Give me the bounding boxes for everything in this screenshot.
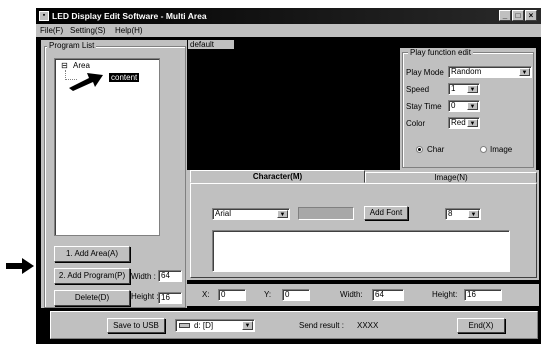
left-panel: Program List ⊟ Area content 1. Add Area(… — [41, 40, 187, 308]
program-list-title: Program List — [47, 41, 97, 50]
stay-time-value: 0 — [451, 101, 456, 110]
coords-bar: X: 0 Y: 0 Width: 64 Height: 16 — [186, 284, 539, 306]
font-select[interactable]: Arial ▼ — [212, 208, 290, 220]
play-mode-select[interactable]: Random ▼ — [448, 66, 532, 78]
x-field[interactable]: 0 — [218, 289, 246, 301]
text-content-area[interactable] — [212, 230, 510, 272]
play-mode-value: Random — [451, 67, 482, 76]
color-label: Color — [406, 119, 426, 128]
chevron-down-icon[interactable]: ▼ — [467, 85, 478, 93]
menu-setting[interactable]: Setting(S) — [70, 26, 106, 35]
font-size-value: 8 — [448, 209, 453, 218]
tree-item-area[interactable]: Area — [73, 61, 90, 70]
height-field[interactable]: 16 — [464, 289, 502, 301]
tab-image[interactable]: Image(N) — [365, 172, 537, 183]
editor-panel: Character(M) Image(N) Arial ▼ Add Font 8… — [186, 170, 539, 280]
stay-time-label: Stay Time — [406, 102, 442, 111]
radio-image-label: Image — [490, 145, 513, 154]
y-field[interactable]: 0 — [282, 289, 310, 301]
radio-dot — [418, 148, 421, 151]
end-button[interactable]: End(X) — [457, 318, 505, 333]
send-result-value: XXXX — [357, 321, 379, 330]
menu-file[interactable]: File(F) — [40, 26, 63, 35]
chevron-down-icon[interactable]: ▼ — [467, 119, 478, 127]
stay-time-select[interactable]: 0 ▼ — [448, 100, 480, 112]
play-function-panel: Play function edit Play Mode Random ▼ Sp… — [400, 48, 536, 170]
radio-char-label: Char — [427, 145, 445, 154]
tree-item-content[interactable]: content — [109, 73, 140, 82]
y-label: Y: — [264, 290, 272, 299]
add-area-button[interactable]: 1. Add Area(A) — [54, 246, 130, 262]
app-icon: ▪ — [39, 11, 49, 21]
width-field[interactable]: 64 — [372, 289, 404, 301]
add-program-button[interactable]: 2. Add Program(P) — [54, 268, 130, 284]
font-preview-box — [298, 207, 354, 220]
close-button[interactable]: × — [525, 10, 537, 21]
save-usb-button[interactable]: Save to USB — [107, 318, 165, 333]
tree-collapse-icon[interactable]: ⊟ — [61, 61, 68, 70]
chevron-down-icon[interactable]: ▼ — [242, 321, 253, 330]
area-width-field[interactable]: 64 — [158, 270, 182, 282]
color-value: Red — [451, 118, 466, 127]
chevron-down-icon[interactable]: ▼ — [519, 68, 530, 76]
font-size-select[interactable]: 8 ▼ — [445, 208, 481, 220]
add-font-button[interactable]: Add Font — [364, 206, 408, 220]
title-bar[interactable]: ▪ LED Display Edit Software - Multi Area… — [36, 8, 541, 24]
play-function-title: Play function edit — [408, 48, 473, 57]
program-tree[interactable]: ⊟ Area content — [54, 58, 160, 236]
send-result-label: Send result : — [299, 321, 344, 330]
maximize-button[interactable]: □ — [512, 10, 524, 21]
chevron-down-icon[interactable]: ▼ — [467, 102, 478, 110]
preview-tab[interactable]: default — [188, 40, 234, 49]
delete-button[interactable]: Delete(D) — [54, 290, 130, 306]
font-value: Arial — [215, 209, 232, 218]
area-height-field[interactable]: 16 — [158, 292, 182, 304]
height-label: Height: — [432, 290, 458, 299]
annotation-arrow-add-program — [6, 258, 34, 274]
app-window: ▪ LED Display Edit Software - Multi Area… — [36, 8, 541, 344]
speed-label: Speed — [406, 85, 430, 94]
chevron-down-icon[interactable]: ▼ — [277, 210, 288, 218]
tab-character[interactable]: Character(M) — [190, 170, 365, 183]
width-label: Width : — [131, 272, 156, 281]
menu-bar: File(F) Setting(S) Help(H) — [36, 24, 541, 37]
height-label: Height : — [131, 292, 159, 301]
drive-select[interactable]: d: [D] ▼ — [175, 319, 255, 332]
annotation-arrow-tree — [69, 73, 103, 91]
speed-select[interactable]: 1 ▼ — [448, 83, 480, 95]
footer-bar: Save to USB d: [D] ▼ Send result : XXXX … — [50, 311, 538, 339]
window-title: LED Display Edit Software - Multi Area — [52, 11, 207, 21]
radio-image[interactable] — [480, 146, 487, 153]
drive-icon — [179, 323, 190, 328]
x-label: X: — [202, 290, 210, 299]
chevron-down-icon[interactable]: ▼ — [468, 210, 479, 218]
menu-help[interactable]: Help(H) — [115, 26, 143, 35]
radio-char[interactable] — [416, 146, 423, 153]
drive-value: d: [D] — [194, 321, 214, 330]
width-label: Width: — [340, 290, 363, 299]
play-mode-label: Play Mode — [406, 68, 444, 77]
minimize-button[interactable]: _ — [499, 10, 511, 21]
color-select[interactable]: Red ▼ — [448, 117, 480, 129]
speed-value: 1 — [451, 84, 456, 93]
